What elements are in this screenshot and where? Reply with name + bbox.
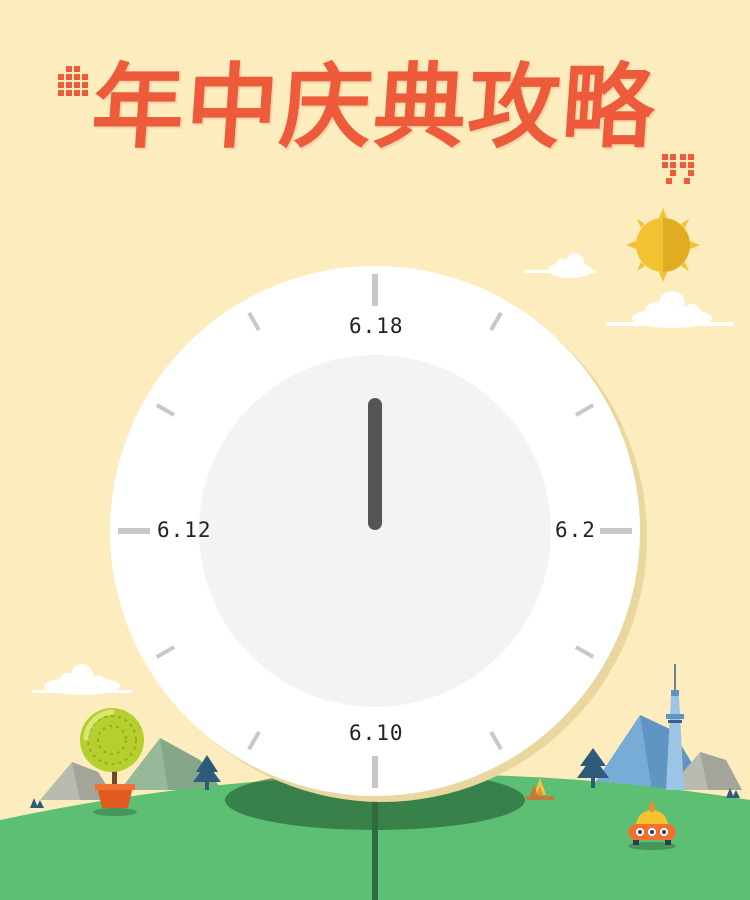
tower-icon <box>666 664 684 790</box>
pixel-decoration-right <box>662 154 694 184</box>
mountains-right <box>590 715 742 790</box>
clock-label-bottom: 6.10 <box>349 721 404 745</box>
clock-hand <box>368 398 382 530</box>
cloud-right <box>606 291 734 328</box>
cloud-top <box>524 253 596 278</box>
pixel-decoration-left <box>58 66 88 96</box>
page-title: 年中庆典攻略 <box>88 54 660 161</box>
clock-label-top: 6.18 <box>349 314 404 338</box>
clock-stand <box>372 790 378 900</box>
sun-icon <box>626 208 700 282</box>
cloud-left <box>32 664 132 695</box>
clock-label-left: 6.12 <box>157 518 212 542</box>
clock-label-right: 6.2 <box>555 518 596 542</box>
